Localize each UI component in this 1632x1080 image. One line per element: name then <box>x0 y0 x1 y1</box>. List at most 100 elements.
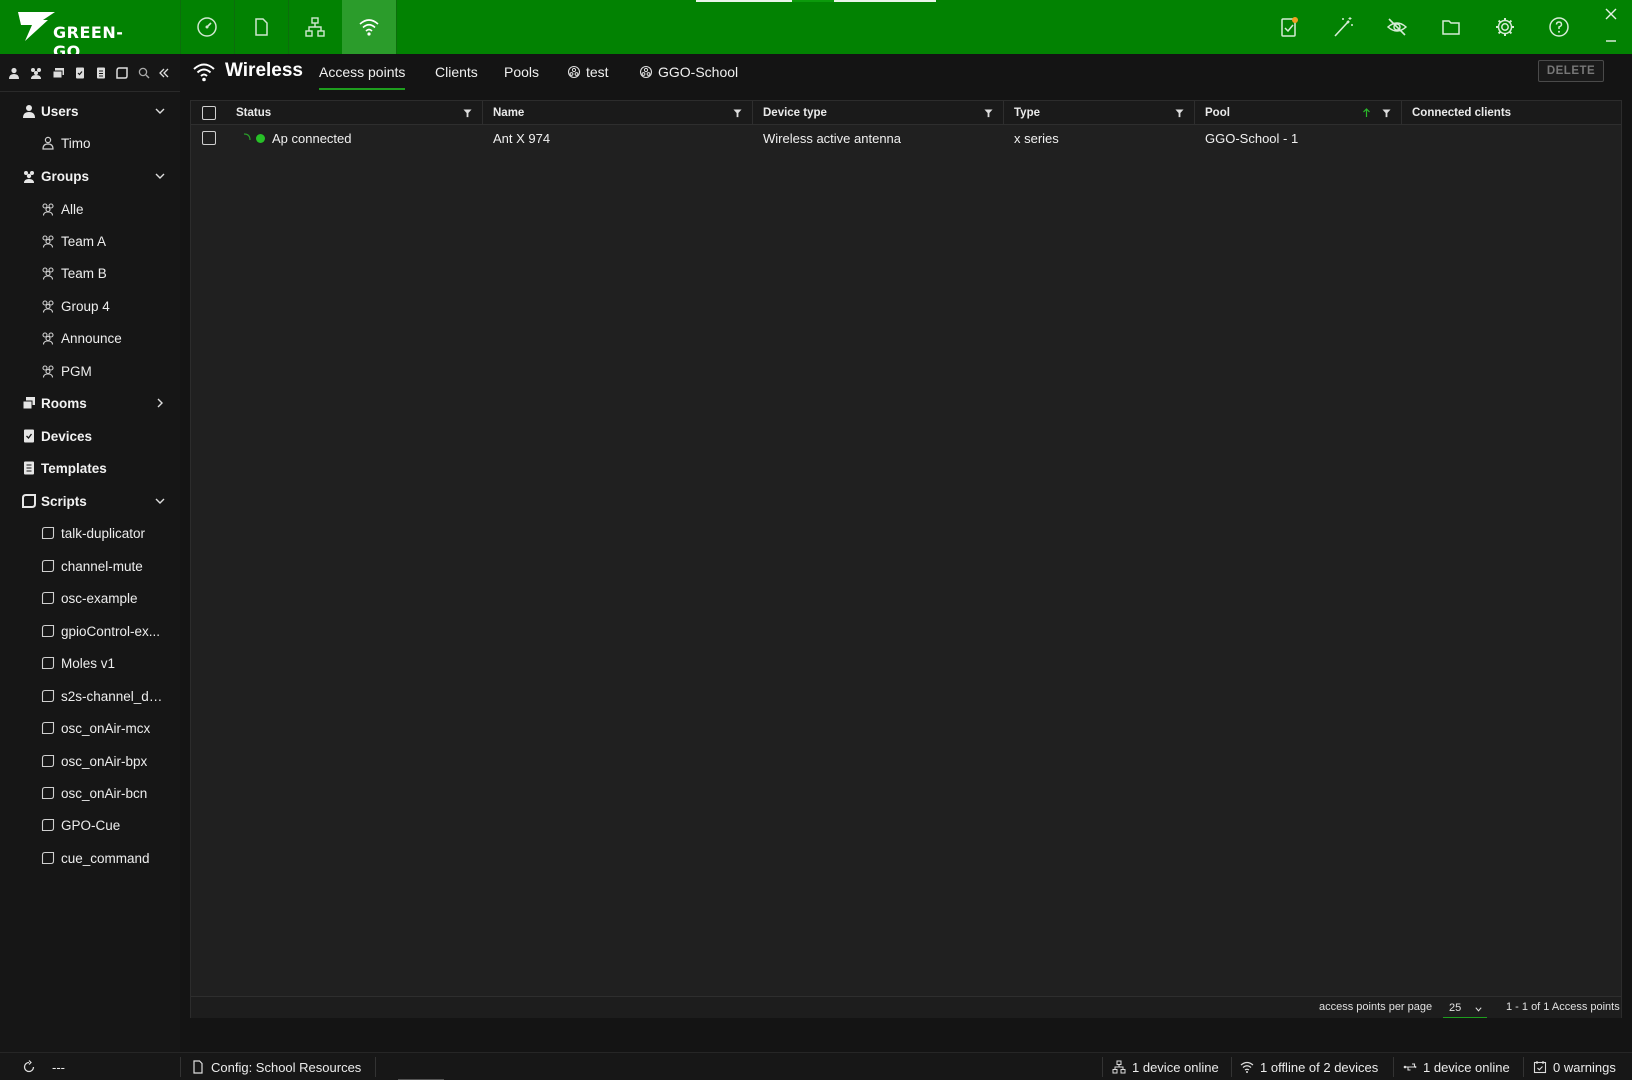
scripts-filter-button[interactable] <box>114 65 130 81</box>
logo-arrow-icon <box>18 12 55 41</box>
tab-pool-test[interactable]: test <box>567 64 609 90</box>
filter-icon[interactable] <box>1175 109 1184 118</box>
config-status[interactable]: Config: School Resources <box>191 1053 361 1080</box>
tab-pool-ggo-school[interactable]: GGO-School <box>639 64 738 90</box>
group-outline-icon <box>42 203 54 216</box>
sidebar-item-group[interactable]: Team B <box>0 257 180 289</box>
sidebar-item-script[interactable]: osc-example <box>0 582 180 614</box>
table-pagination: access points per page 25 1 - 1 of 1 Acc… <box>191 996 1621 1018</box>
column-header-connected-clients[interactable]: Connected clients <box>1402 101 1621 125</box>
type-cell: x series <box>1014 130 1059 146</box>
calendar-check-icon <box>1533 1061 1547 1074</box>
window-close-button[interactable] <box>1599 2 1623 26</box>
sidebar-item-group[interactable]: Announce <box>0 322 180 354</box>
group-outline-icon <box>42 332 54 345</box>
sidebar-section-label: Devices <box>41 428 93 444</box>
rooms-filter-button[interactable] <box>50 65 66 81</box>
warnings-status[interactable]: 0 warnings <box>1533 1053 1616 1080</box>
settings-button[interactable] <box>1483 0 1527 54</box>
wireless-devices-status[interactable]: 1 offline of 2 devices <box>1240 1053 1378 1080</box>
groups-filter-button[interactable] <box>28 65 44 81</box>
sidebar-item-group[interactable]: Group 4 <box>0 290 180 322</box>
sidebar-item-script[interactable]: talk-duplicator <box>0 517 180 549</box>
tab-access-points[interactable]: Access points <box>319 64 406 90</box>
tab-label: Pools <box>504 64 540 80</box>
select-all-checkbox[interactable] <box>202 106 216 120</box>
sidebar-item-script[interactable]: osc_onAir-bcn <box>0 777 180 809</box>
sidebar-item-group[interactable]: PGM <box>0 355 180 387</box>
row-checkbox[interactable] <box>202 131 216 145</box>
open-folder-button[interactable] <box>1429 0 1473 54</box>
magic-wand-icon <box>1334 17 1353 37</box>
sidebar-item-group[interactable]: Team A <box>0 225 180 257</box>
sidebar-item-script[interactable]: channel-mute <box>0 550 180 582</box>
device-status-button[interactable] <box>1267 0 1311 54</box>
network-tree-icon <box>1112 1060 1126 1074</box>
sidebar-item-script[interactable]: Moles v1 <box>0 647 180 679</box>
sidebar-section-scripts[interactable]: Scripts <box>0 485 180 517</box>
help-button[interactable] <box>1537 0 1581 54</box>
chevron-down-icon <box>155 498 165 504</box>
sidebar-item-script[interactable]: osc_onAir-bpx <box>0 745 180 777</box>
column-header-status[interactable]: Status <box>226 101 483 125</box>
tab-pools[interactable]: Pools <box>504 64 539 90</box>
wizard-button[interactable] <box>1321 0 1365 54</box>
devices-filter-button[interactable] <box>72 65 88 81</box>
dashboard-nav-button[interactable] <box>180 0 234 54</box>
table-row[interactable]: Ap connected Ant X 974 Wireless active a… <box>191 125 1621 151</box>
sidebar-item-script[interactable]: cue_command <box>0 842 180 874</box>
config-nav-button[interactable] <box>234 0 288 54</box>
pagination-range: 1 - 1 of 1 Access points <box>1506 1001 1620 1013</box>
filter-icon[interactable] <box>984 109 993 118</box>
sidebar-item-script[interactable]: gpioControl-ex... <box>0 615 180 647</box>
column-header-type[interactable]: Type <box>1004 101 1195 125</box>
tab-clients[interactable]: Clients <box>435 64 478 90</box>
delete-button[interactable]: DELETE <box>1538 60 1604 82</box>
filter-icon[interactable] <box>733 109 742 118</box>
column-header-pool[interactable]: Pool <box>1195 101 1402 125</box>
sidebar-search-button[interactable] <box>136 65 152 81</box>
sidebar-section-groups[interactable]: Groups <box>0 160 180 192</box>
access-points-table: Status Name Device type Type Pool Connec… <box>190 100 1622 1018</box>
sidebar-item-label: Moles v1 <box>61 655 116 671</box>
collapse-sidebar-button[interactable] <box>156 65 172 81</box>
sort-ascending-icon[interactable] <box>1362 108 1371 118</box>
sidebar-item-script[interactable]: osc_onAir-mcx <box>0 712 180 744</box>
tab-label: GGO-School <box>658 64 739 80</box>
wireless-nav-button[interactable] <box>342 0 396 54</box>
filter-icon[interactable] <box>1382 109 1391 118</box>
loading-progress-bar <box>696 0 936 2</box>
template-icon <box>24 461 34 475</box>
sidebar-item-label: Timo <box>61 135 91 151</box>
filter-icon[interactable] <box>463 109 472 118</box>
sync-status[interactable]: --- <box>22 1053 65 1080</box>
sidebar-item-script[interactable]: GPO-Cue <box>0 809 180 841</box>
sidebar-toolbar <box>0 54 180 92</box>
sidebar-section-users[interactable]: Users <box>0 95 180 127</box>
sidebar-section-devices[interactable]: Devices <box>0 420 180 452</box>
sidebar-section-templates[interactable]: Templates <box>0 452 180 484</box>
sidebar-section-rooms[interactable]: Rooms <box>0 387 180 419</box>
script-outline-icon <box>41 624 55 638</box>
device-icon <box>24 429 34 443</box>
sidebar-item-label: osc-example <box>61 590 138 606</box>
sidebar-item-group[interactable]: Alle <box>0 193 180 225</box>
column-header-name[interactable]: Name <box>483 101 753 125</box>
document-icon <box>255 18 268 36</box>
close-icon <box>1605 8 1617 20</box>
usb-devices-status[interactable]: 1 device online <box>1403 1053 1510 1080</box>
network-devices-status[interactable]: 1 device online <box>1112 1053 1219 1080</box>
window-minimize-button[interactable] <box>1599 28 1623 48</box>
sidebar-item-script[interactable]: s2s-channel_du... <box>0 680 180 712</box>
column-label: Status <box>236 107 272 119</box>
visibility-toggle-button[interactable] <box>1375 0 1419 54</box>
users-filter-button[interactable] <box>6 65 22 81</box>
column-header-device-type[interactable]: Device type <box>753 101 1004 125</box>
minimize-icon <box>1606 40 1616 42</box>
per-page-select[interactable]: 25 <box>1443 999 1487 1018</box>
sidebar-item-user[interactable]: Timo <box>0 127 180 159</box>
chevron-down-icon <box>155 173 165 179</box>
templates-filter-button[interactable] <box>93 65 109 81</box>
script-icon <box>22 494 36 508</box>
network-nav-button[interactable] <box>288 0 342 54</box>
